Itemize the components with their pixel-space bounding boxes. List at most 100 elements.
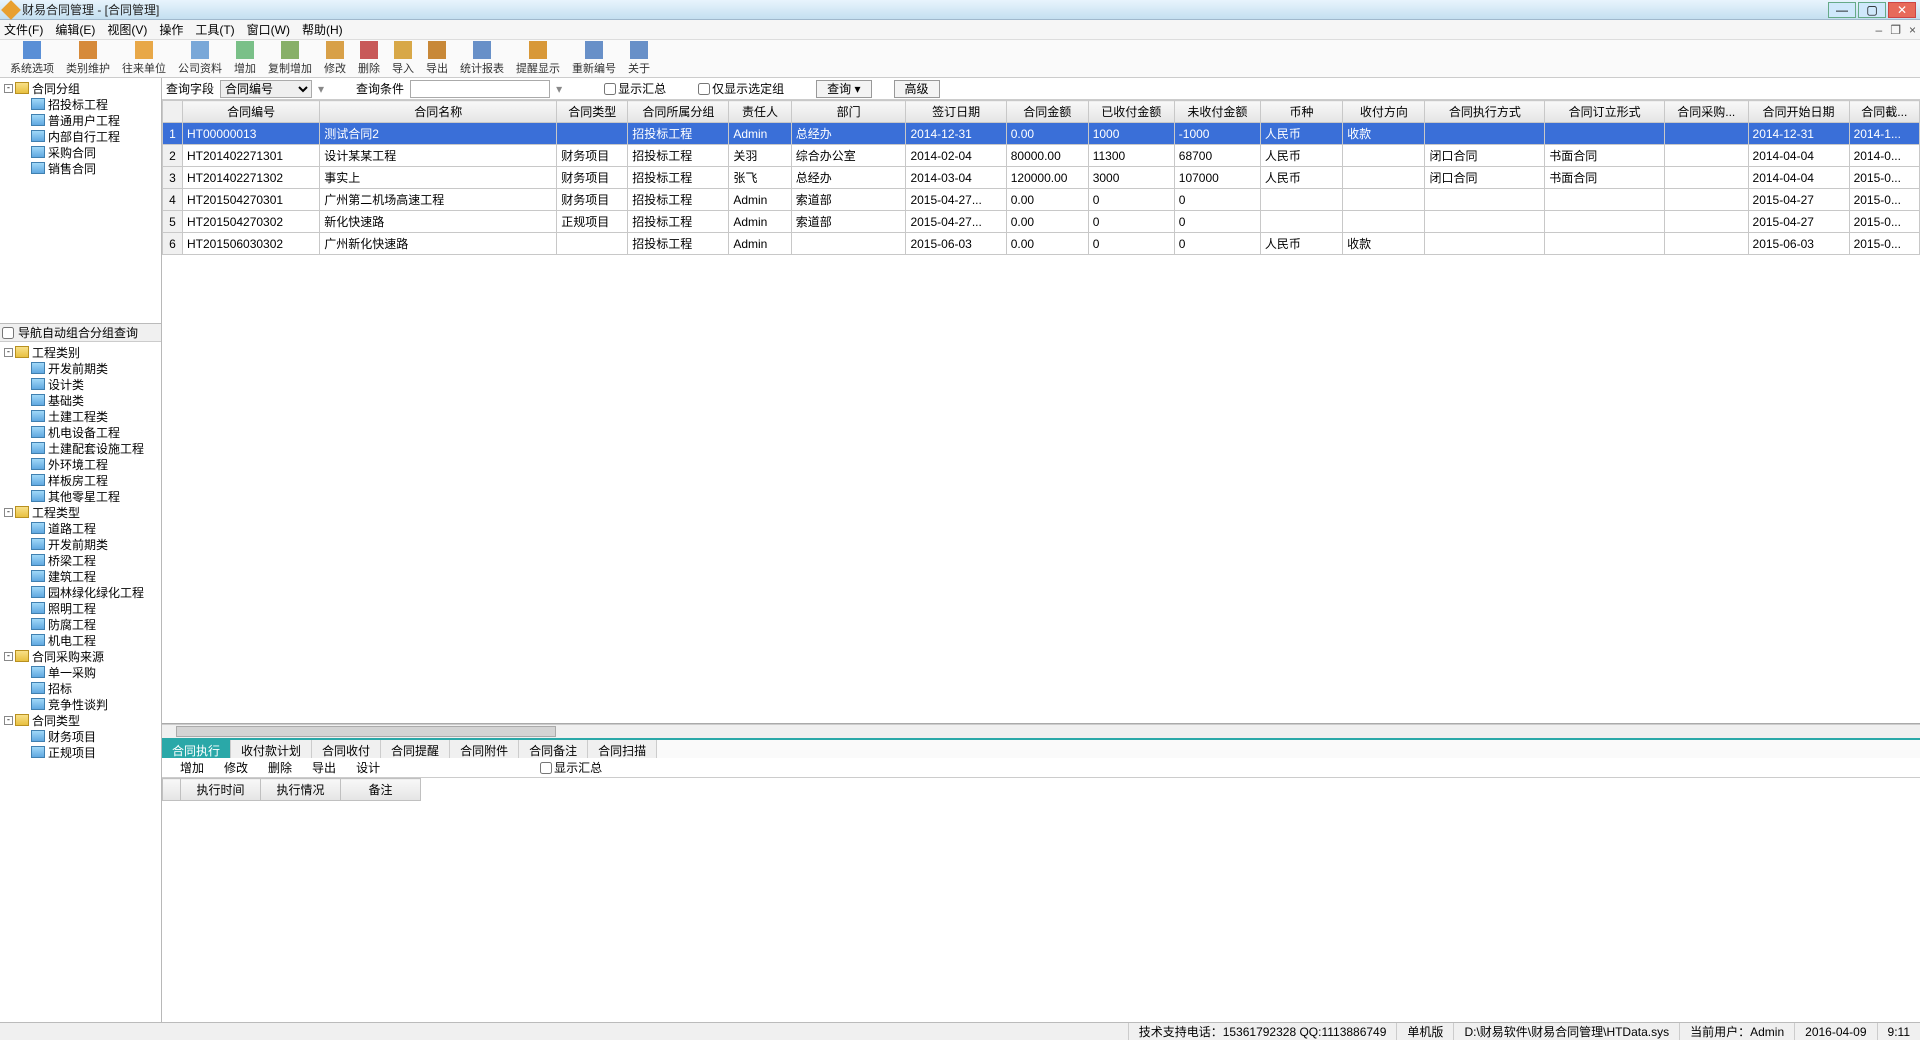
toolbar-系统选项[interactable]: 系统选项 xyxy=(4,41,60,77)
mdi-restore-icon[interactable]: ❐ xyxy=(1890,23,1901,37)
tree-leaf-竞争性谈判[interactable]: 竞争性谈判 xyxy=(0,696,161,712)
tree-leaf-道路工程[interactable]: 道路工程 xyxy=(0,520,161,536)
col-header[interactable]: 部门 xyxy=(791,101,906,123)
tree-leaf-招标[interactable]: 招标 xyxy=(0,680,161,696)
tree-leaf-样板房工程[interactable]: 样板房工程 xyxy=(0,472,161,488)
tree-leaf-土建配套设施工程[interactable]: 土建配套设施工程 xyxy=(0,440,161,456)
menu-view[interactable]: 视图(V) xyxy=(107,21,147,38)
toolbar-类别维护[interactable]: 类别维护 xyxy=(60,41,116,77)
tree-leaf-防腐工程[interactable]: 防腐工程 xyxy=(0,616,161,632)
detail-export-button[interactable]: 导出 xyxy=(312,759,336,776)
detail-tab-合同扫描[interactable]: 合同扫描 xyxy=(588,740,657,758)
tree-leaf-外环境工程[interactable]: 外环境工程 xyxy=(0,456,161,472)
tree-node-采购合同[interactable]: 采购合同 xyxy=(0,144,161,160)
tree-group-工程类别[interactable]: -工程类别 xyxy=(0,344,161,360)
tree-node-招投标工程[interactable]: 招投标工程 xyxy=(0,96,161,112)
col-header[interactable]: 签订日期 xyxy=(906,101,1006,123)
detail-tab-收付款计划[interactable]: 收付款计划 xyxy=(231,740,312,758)
col-header[interactable]: 合同开始日期 xyxy=(1748,101,1849,123)
collapse-icon[interactable]: - xyxy=(4,652,13,661)
col-header[interactable]: 已收付金额 xyxy=(1088,101,1174,123)
tree-group-合同类型[interactable]: -合同类型 xyxy=(0,712,161,728)
toolbar-删除[interactable]: 删除 xyxy=(352,41,386,77)
nav-query-checkbox[interactable] xyxy=(2,327,14,339)
menu-tools[interactable]: 工具(T) xyxy=(195,21,234,38)
toolbar-往来单位[interactable]: 往来单位 xyxy=(116,41,172,77)
toolbar-导入[interactable]: 导入 xyxy=(386,41,420,77)
detail-design-button[interactable]: 设计 xyxy=(356,759,380,776)
detail-tab-合同提醒[interactable]: 合同提醒 xyxy=(381,740,450,758)
menu-operate[interactable]: 操作 xyxy=(159,21,183,38)
col-header[interactable]: 合同采购... xyxy=(1664,101,1748,123)
mdi-min-icon[interactable]: – xyxy=(1876,23,1883,37)
tree-group-合同采购来源[interactable]: -合同采购来源 xyxy=(0,648,161,664)
toolbar-复制增加[interactable]: 复制增加 xyxy=(262,41,318,77)
table-row[interactable]: 1HT00000013测试合同2招投标工程Admin总经办2014-12-310… xyxy=(163,123,1920,145)
table-row[interactable]: 2HT201402271301设计某某工程财务项目招投标工程关羽综合办公室201… xyxy=(163,145,1920,167)
toolbar-修改[interactable]: 修改 xyxy=(318,41,352,77)
tree-leaf-机电设备工程[interactable]: 机电设备工程 xyxy=(0,424,161,440)
close-button[interactable]: ✕ xyxy=(1888,2,1916,18)
tree-leaf-单一采购[interactable]: 单一采购 xyxy=(0,664,161,680)
col-header[interactable]: 合同编号 xyxy=(183,101,320,123)
toolbar-导出[interactable]: 导出 xyxy=(420,41,454,77)
toolbar-关于[interactable]: 关于 xyxy=(622,41,656,77)
search-field-select[interactable]: 合同编号 xyxy=(220,80,312,98)
detail-tab-合同备注[interactable]: 合同备注 xyxy=(519,740,588,758)
detail-col[interactable]: 执行时间 xyxy=(181,779,261,801)
tree-leaf-机电工程[interactable]: 机电工程 xyxy=(0,632,161,648)
main-grid[interactable]: 合同编号合同名称合同类型合同所属分组责任人部门签订日期合同金额已收付金额未收付金… xyxy=(162,100,1920,255)
tree-leaf-开发前期类[interactable]: 开发前期类 xyxy=(0,360,161,376)
maximize-button[interactable]: ▢ xyxy=(1858,2,1886,18)
tree-leaf-建筑工程[interactable]: 建筑工程 xyxy=(0,568,161,584)
table-row[interactable]: 5HT201504270302新化快速路正规项目招投标工程Admin索道部201… xyxy=(163,211,1920,233)
tree-node-销售合同[interactable]: 销售合同 xyxy=(0,160,161,176)
table-row[interactable]: 3HT201402271302事实上财务项目招投标工程张飞总经办2014-03-… xyxy=(163,167,1920,189)
tree-leaf-桥梁工程[interactable]: 桥梁工程 xyxy=(0,552,161,568)
collapse-icon[interactable]: - xyxy=(4,508,13,517)
detail-tab-合同收付[interactable]: 合同收付 xyxy=(312,740,381,758)
col-header[interactable]: 合同类型 xyxy=(557,101,628,123)
toolbar-重新编号[interactable]: 重新编号 xyxy=(566,41,622,77)
col-header[interactable]: 币种 xyxy=(1260,101,1342,123)
detail-delete-button[interactable]: 删除 xyxy=(268,759,292,776)
only-selected-checkbox[interactable]: 仅显示选定组 xyxy=(698,80,784,97)
col-header[interactable]: 合同金额 xyxy=(1006,101,1088,123)
table-row[interactable]: 4HT201504270301广州第二机场高速工程财务项目招投标工程Admin索… xyxy=(163,189,1920,211)
show-sum-checkbox[interactable]: 显示汇总 xyxy=(604,80,666,97)
tree-node-内部自行工程[interactable]: 内部自行工程 xyxy=(0,128,161,144)
tree-group-工程类型[interactable]: -工程类型 xyxy=(0,504,161,520)
toolbar-提醒显示[interactable]: 提醒显示 xyxy=(510,41,566,77)
search-cond-input[interactable] xyxy=(410,80,550,98)
col-header[interactable]: 合同执行方式 xyxy=(1425,101,1545,123)
col-header[interactable]: 合同订立形式 xyxy=(1545,101,1665,123)
collapse-icon[interactable]: - xyxy=(4,716,13,725)
scrollbar-thumb[interactable] xyxy=(176,726,556,737)
detail-tab-合同执行[interactable]: 合同执行 xyxy=(162,740,231,758)
detail-add-button[interactable]: 增加 xyxy=(180,759,204,776)
detail-grid-wrap[interactable]: 执行时间执行情况备注 xyxy=(162,778,1920,1022)
table-row[interactable]: 6HT201506030302广州新化快速路招投标工程Admin2015-06-… xyxy=(163,233,1920,255)
tree-leaf-财务项目[interactable]: 财务项目 xyxy=(0,728,161,744)
tree-leaf-园林绿化绿化工程[interactable]: 园林绿化绿化工程 xyxy=(0,584,161,600)
mdi-close-icon[interactable]: × xyxy=(1909,23,1916,37)
query-button[interactable]: 查询 ▾ xyxy=(816,80,871,98)
toolbar-统计报表[interactable]: 统计报表 xyxy=(454,41,510,77)
menu-file[interactable]: 文件(F) xyxy=(4,21,43,38)
minimize-button[interactable]: — xyxy=(1828,2,1856,18)
col-header[interactable]: 合同截... xyxy=(1849,101,1919,123)
detail-col[interactable]: 备注 xyxy=(341,779,421,801)
col-header[interactable]: 收付方向 xyxy=(1343,101,1425,123)
col-header[interactable]: 合同名称 xyxy=(320,101,557,123)
advanced-button[interactable]: 高级 xyxy=(894,80,940,98)
col-header[interactable]: 未收付金额 xyxy=(1174,101,1260,123)
tree-node-普通用户工程[interactable]: 普通用户工程 xyxy=(0,112,161,128)
tree-leaf-土建工程类[interactable]: 土建工程类 xyxy=(0,408,161,424)
col-header[interactable]: 合同所属分组 xyxy=(628,101,729,123)
detail-tab-合同附件[interactable]: 合同附件 xyxy=(450,740,519,758)
tree-leaf-开发前期类[interactable]: 开发前期类 xyxy=(0,536,161,552)
tree-leaf-设计类[interactable]: 设计类 xyxy=(0,376,161,392)
collapse-icon[interactable]: - xyxy=(4,84,13,93)
detail-grid[interactable]: 执行时间执行情况备注 xyxy=(162,778,421,801)
toolbar-增加[interactable]: 增加 xyxy=(228,41,262,77)
